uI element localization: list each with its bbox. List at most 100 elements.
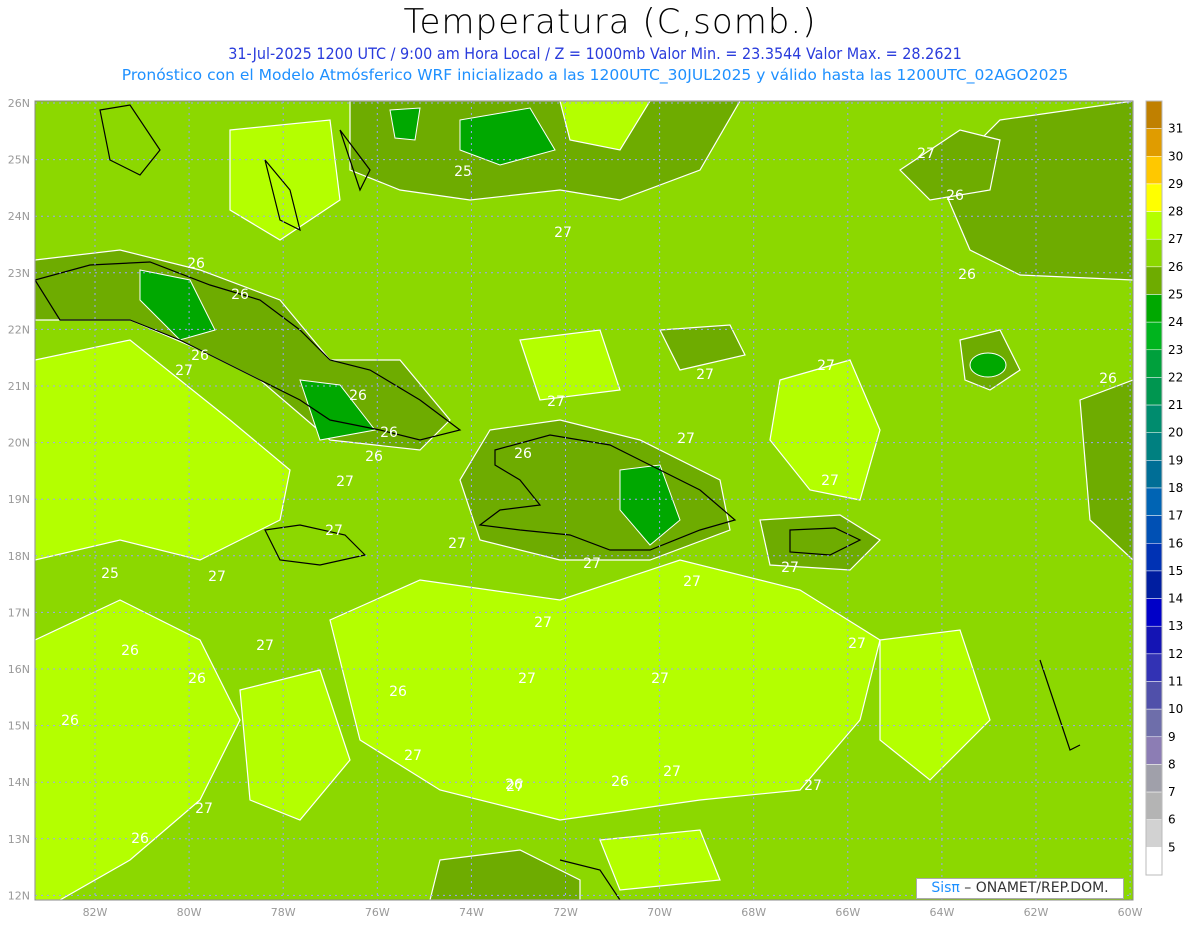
- lat-label: 21N: [8, 380, 30, 393]
- lon-label: 82W: [83, 906, 108, 919]
- contour-label: 26: [187, 256, 205, 272]
- lon-label: 76W: [365, 906, 390, 919]
- colorbar-swatch: [1145, 681, 1163, 710]
- colorbar-label: 30: [1168, 149, 1183, 163]
- contour-label: 26: [380, 425, 398, 441]
- colorbar-label: 15: [1168, 564, 1183, 578]
- colorbar-label: 8: [1168, 757, 1176, 771]
- colorbar-swatch: [1145, 625, 1163, 655]
- colorbar-swatch: [1145, 294, 1163, 323]
- colorbar-swatch: [1145, 238, 1163, 268]
- contour-label: 27: [325, 523, 343, 539]
- lat-label: 15N: [8, 720, 30, 733]
- credit-text: – ONAMET/REP.DOM.: [959, 880, 1109, 896]
- colorbar-label: 18: [1168, 481, 1183, 495]
- lat-label: 26N: [8, 97, 30, 110]
- colorbar-label: 19: [1168, 453, 1183, 467]
- contour-label: 26: [349, 388, 367, 404]
- colorbar-label: 26: [1168, 260, 1183, 274]
- lon-label: 74W: [459, 906, 484, 919]
- colorbar-swatch: [1145, 156, 1163, 185]
- latitude-labels: 26N 25N 24N 23N 22N 21N 20N 19N 18N 17N 16N 15N 14N 1…: [8, 97, 30, 902]
- lon-label: 68W: [741, 906, 766, 919]
- colorbar-swatch: [1145, 321, 1163, 351]
- map-shading: 252626262726 2727262627262526 272626262726…: [35, 101, 1133, 900]
- colorbar-label: 22: [1168, 370, 1183, 384]
- colorbar-label: 27: [1168, 232, 1183, 246]
- colorbar-swatch: [1145, 266, 1163, 295]
- contour-label: 27: [336, 474, 354, 490]
- lat-label: 24N: [8, 210, 30, 223]
- credit-box: Sisπ – ONAMET/REP.DOM.: [916, 878, 1124, 899]
- lat-label: 16N: [8, 663, 30, 676]
- colorbar-swatch: [1145, 460, 1163, 489]
- contour-label: 26: [131, 831, 149, 847]
- contour-label: 27: [677, 431, 695, 447]
- colorbar-label: 17: [1168, 509, 1183, 523]
- colorbar-swatch: [1145, 764, 1163, 793]
- colorbar-swatch: [1145, 653, 1163, 682]
- colorbar-label: 24: [1168, 315, 1183, 329]
- colorbar-swatch: [1145, 598, 1163, 627]
- temperature-map: 252626262726 2727262627262526 272626262726…: [8, 97, 1184, 919]
- lon-label: 60W: [1118, 906, 1143, 919]
- contour-label: 27: [663, 764, 681, 780]
- contour-label: 27: [554, 225, 572, 241]
- colorbar-label: 21: [1168, 398, 1183, 412]
- contour-label: 27: [404, 748, 422, 764]
- lat-label: 23N: [8, 267, 30, 280]
- colorbar-swatch: [1145, 100, 1163, 129]
- lon-label: 66W: [835, 906, 860, 919]
- longitude-labels: 82W 80W 78W 76W 74W 72W 70W 68W 66W 64W 62W 60W: [83, 906, 1143, 919]
- contour-label: 27: [848, 636, 866, 652]
- contour-label: 27: [448, 536, 466, 552]
- colorbar-swatch: [1145, 487, 1163, 516]
- lon-label: 62W: [1024, 906, 1049, 919]
- lon-label: 64W: [929, 906, 954, 919]
- colorbar-label: 6: [1168, 813, 1176, 827]
- contour-label: 26: [191, 348, 209, 364]
- colorbar-label: 31: [1168, 122, 1183, 136]
- colorbar-swatch: [1145, 791, 1163, 820]
- contour-label: 26: [958, 267, 976, 283]
- contour-label: 27: [547, 394, 565, 410]
- contour-label: 26: [1099, 371, 1117, 387]
- lon-label: 78W: [271, 906, 296, 919]
- contour-label: 27: [651, 671, 669, 687]
- contour-label: 27: [583, 556, 601, 572]
- contour-label: 27: [208, 569, 226, 585]
- colorbar-label: 14: [1168, 592, 1183, 606]
- colorbar-label: 13: [1168, 619, 1183, 633]
- contour-label: 26: [188, 671, 206, 687]
- contour-label: 25: [454, 164, 472, 180]
- colorbar-swatch: [1145, 570, 1163, 599]
- lat-label: 14N: [8, 776, 30, 789]
- lat-label: 13N: [8, 833, 30, 846]
- lat-label: 22N: [8, 323, 30, 336]
- contour-label: 26: [946, 188, 964, 204]
- colorbar-swatch: [1145, 349, 1163, 378]
- colorbar-label: 5: [1168, 840, 1176, 854]
- colorbar-swatch: [1145, 377, 1163, 406]
- contour-label: 27: [175, 363, 193, 379]
- lat-label: 20N: [8, 437, 30, 450]
- contour-label: 27: [781, 560, 799, 576]
- colorbar-label: 25: [1168, 288, 1183, 302]
- colorbar-swatch: [1145, 736, 1163, 765]
- contour-label: 25: [101, 566, 119, 582]
- lat-label: 17N: [8, 606, 30, 619]
- colorbar-swatch: [1145, 211, 1163, 240]
- colorbar-swatch: [1145, 404, 1163, 433]
- lon-label: 80W: [177, 906, 202, 919]
- colorbar-swatch: [1145, 847, 1163, 876]
- colorbar-swatch: [1145, 819, 1163, 848]
- contour-label: 26: [514, 446, 532, 462]
- contour-label: 27: [804, 778, 822, 794]
- contour-label: 27: [195, 801, 213, 817]
- colorbar-label: 28: [1168, 205, 1183, 219]
- contour-label: 27: [534, 615, 552, 631]
- sispi-brand: Sisπ: [931, 880, 960, 896]
- colorbar-label: 23: [1168, 343, 1183, 357]
- contour-label: 27: [256, 638, 274, 654]
- colorbar-label: 9: [1168, 730, 1176, 744]
